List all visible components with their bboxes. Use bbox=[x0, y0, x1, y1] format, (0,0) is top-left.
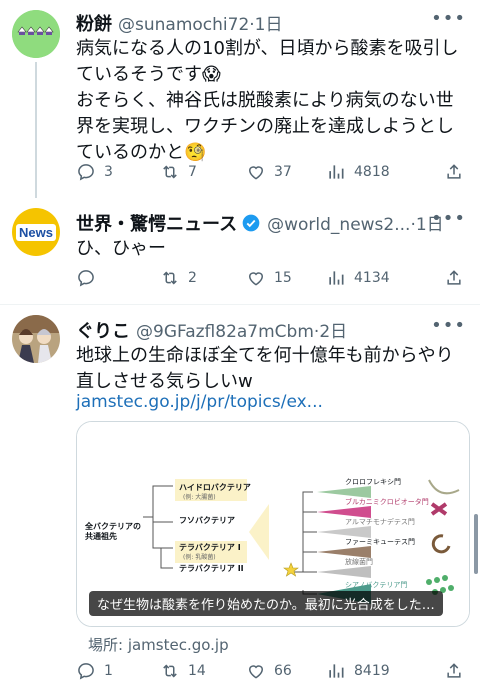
retweet-icon bbox=[163, 165, 177, 179]
views-button[interactable]: 8419 bbox=[326, 661, 390, 681]
reply-icon bbox=[78, 164, 94, 181]
tweet-3[interactable]: ぐりこ @9GFazfl82a7mCbm · 2日 ••• 地球上の生命ほぼ全て… bbox=[0, 305, 480, 694]
reply-icon bbox=[78, 270, 94, 287]
card-root-label: 全バクテリアの 共通祖先 bbox=[85, 522, 141, 541]
like-icon bbox=[248, 166, 264, 180]
link-card[interactable]: 全バクテリアの 共通祖先 ハイドロバクテリア (例: 大腸菌) フソバクテリア … bbox=[76, 421, 470, 627]
avatar-sunamochi[interactable] bbox=[12, 10, 60, 58]
card-right-label: 放線菌門 bbox=[345, 558, 373, 566]
card-right-label: クロロフレキシ門 bbox=[345, 478, 401, 486]
share-button[interactable] bbox=[444, 162, 464, 182]
card-left-label: フソバクテリア bbox=[179, 516, 235, 525]
retweet-button[interactable]: 14 bbox=[160, 661, 206, 681]
card-left-label: テラバクテリア II bbox=[179, 564, 244, 573]
thread-line bbox=[35, 62, 37, 198]
retweet-count: 2 bbox=[188, 270, 197, 286]
action-bar: 1 14 66 8419 bbox=[76, 661, 468, 685]
action-bar: 2 15 4134 bbox=[76, 268, 468, 292]
views-button[interactable]: 4818 bbox=[326, 162, 390, 182]
reply-button[interactable] bbox=[76, 268, 104, 288]
avatar-guriko[interactable] bbox=[12, 315, 60, 363]
avatar-label: News bbox=[16, 223, 56, 241]
share-icon bbox=[447, 270, 461, 285]
scrollbar[interactable] bbox=[474, 514, 478, 574]
display-name[interactable]: 粉餅 bbox=[76, 10, 112, 36]
like-button[interactable]: 66 bbox=[246, 661, 292, 681]
like-count: 37 bbox=[274, 164, 292, 180]
reply-count: 3 bbox=[104, 164, 113, 180]
card-left-label: (例: 大腸菌) bbox=[183, 494, 216, 501]
tweet-text: 病気になる人の10割が、日頃から酸素を吸引しているそうです😱 おそらく、神谷氏は… bbox=[76, 38, 459, 163]
tweet-1[interactable]: 粉餅 @sunamochi72 · 1日 ••• 病気になる人の10割が、日頃か… bbox=[0, 0, 480, 198]
timestamp[interactable]: 2日 bbox=[319, 317, 347, 342]
tweet-text: ひ、ひゃー bbox=[76, 238, 166, 259]
retweet-count: 14 bbox=[188, 663, 206, 679]
verified-icon bbox=[242, 214, 260, 232]
tweet-text: 地球上の生命ほぼ全てを何十億年も前からやり直しさせる気らしいw bbox=[76, 345, 454, 392]
display-name[interactable]: ぐりこ bbox=[76, 317, 130, 343]
views-count: 4818 bbox=[354, 164, 390, 180]
card-caption: なぜ生物は酸素を作り始めたのか。最初に光合成をした… bbox=[89, 591, 443, 616]
reply-button[interactable]: 1 bbox=[76, 661, 113, 681]
more-icon[interactable]: ••• bbox=[431, 8, 466, 29]
user-handle[interactable]: @sunamochi72 bbox=[118, 15, 249, 35]
card-right-label: シアノバクテリア門 bbox=[345, 581, 408, 589]
tweet-link[interactable]: jamstec.go.jp/j/pr/topics/ex... bbox=[76, 389, 466, 415]
more-icon[interactable]: ••• bbox=[431, 208, 466, 229]
share-icon bbox=[447, 164, 461, 179]
like-button[interactable]: 37 bbox=[246, 162, 292, 182]
card-right-label: ファーミキューテス門 bbox=[345, 538, 415, 546]
retweet-icon bbox=[163, 271, 177, 285]
like-button[interactable]: 15 bbox=[246, 268, 292, 288]
avatar-image bbox=[12, 315, 60, 363]
tweet-2[interactable]: News 世界・驚愕ニュース @world_news2... · 1日 ••• … bbox=[0, 198, 480, 304]
retweet-button[interactable]: 2 bbox=[160, 268, 197, 288]
timestamp[interactable]: 1日 bbox=[255, 10, 283, 35]
user-handle[interactable]: @world_news2... bbox=[267, 215, 410, 235]
views-icon bbox=[329, 271, 344, 285]
like-count: 15 bbox=[274, 270, 292, 286]
retweet-icon bbox=[163, 664, 177, 678]
card-right-label: ブルカニミクロビオータ門 bbox=[345, 498, 429, 506]
views-count: 8419 bbox=[354, 663, 390, 679]
user-handle[interactable]: @9GFazfl82a7mCbm bbox=[136, 322, 314, 342]
like-icon bbox=[248, 272, 264, 286]
avatar-world-news[interactable]: News bbox=[12, 208, 60, 256]
views-button[interactable]: 4134 bbox=[326, 268, 390, 288]
share-button[interactable] bbox=[444, 268, 464, 288]
more-icon[interactable]: ••• bbox=[431, 315, 466, 336]
like-count: 66 bbox=[274, 663, 292, 679]
reply-count: 1 bbox=[104, 663, 113, 679]
views-icon bbox=[329, 664, 344, 678]
card-left-label: (例: 乳酸菌) bbox=[183, 554, 216, 561]
share-icon bbox=[447, 663, 461, 678]
reply-button[interactable]: 3 bbox=[76, 162, 113, 182]
views-count: 4134 bbox=[354, 270, 390, 286]
card-source[interactable]: 場所: jamstec.go.jp bbox=[88, 634, 229, 655]
card-right-label: アルマチモナデテス門 bbox=[345, 518, 415, 526]
like-icon bbox=[248, 665, 264, 679]
avatar-image bbox=[12, 10, 60, 58]
retweet-count: 7 bbox=[188, 164, 197, 180]
share-button[interactable] bbox=[444, 661, 464, 681]
retweet-button[interactable]: 7 bbox=[160, 162, 197, 182]
reply-icon bbox=[78, 663, 94, 680]
action-bar: 3 7 37 4818 bbox=[76, 162, 468, 186]
display-name[interactable]: 世界・驚愕ニュース bbox=[76, 210, 237, 236]
views-icon bbox=[329, 165, 344, 179]
